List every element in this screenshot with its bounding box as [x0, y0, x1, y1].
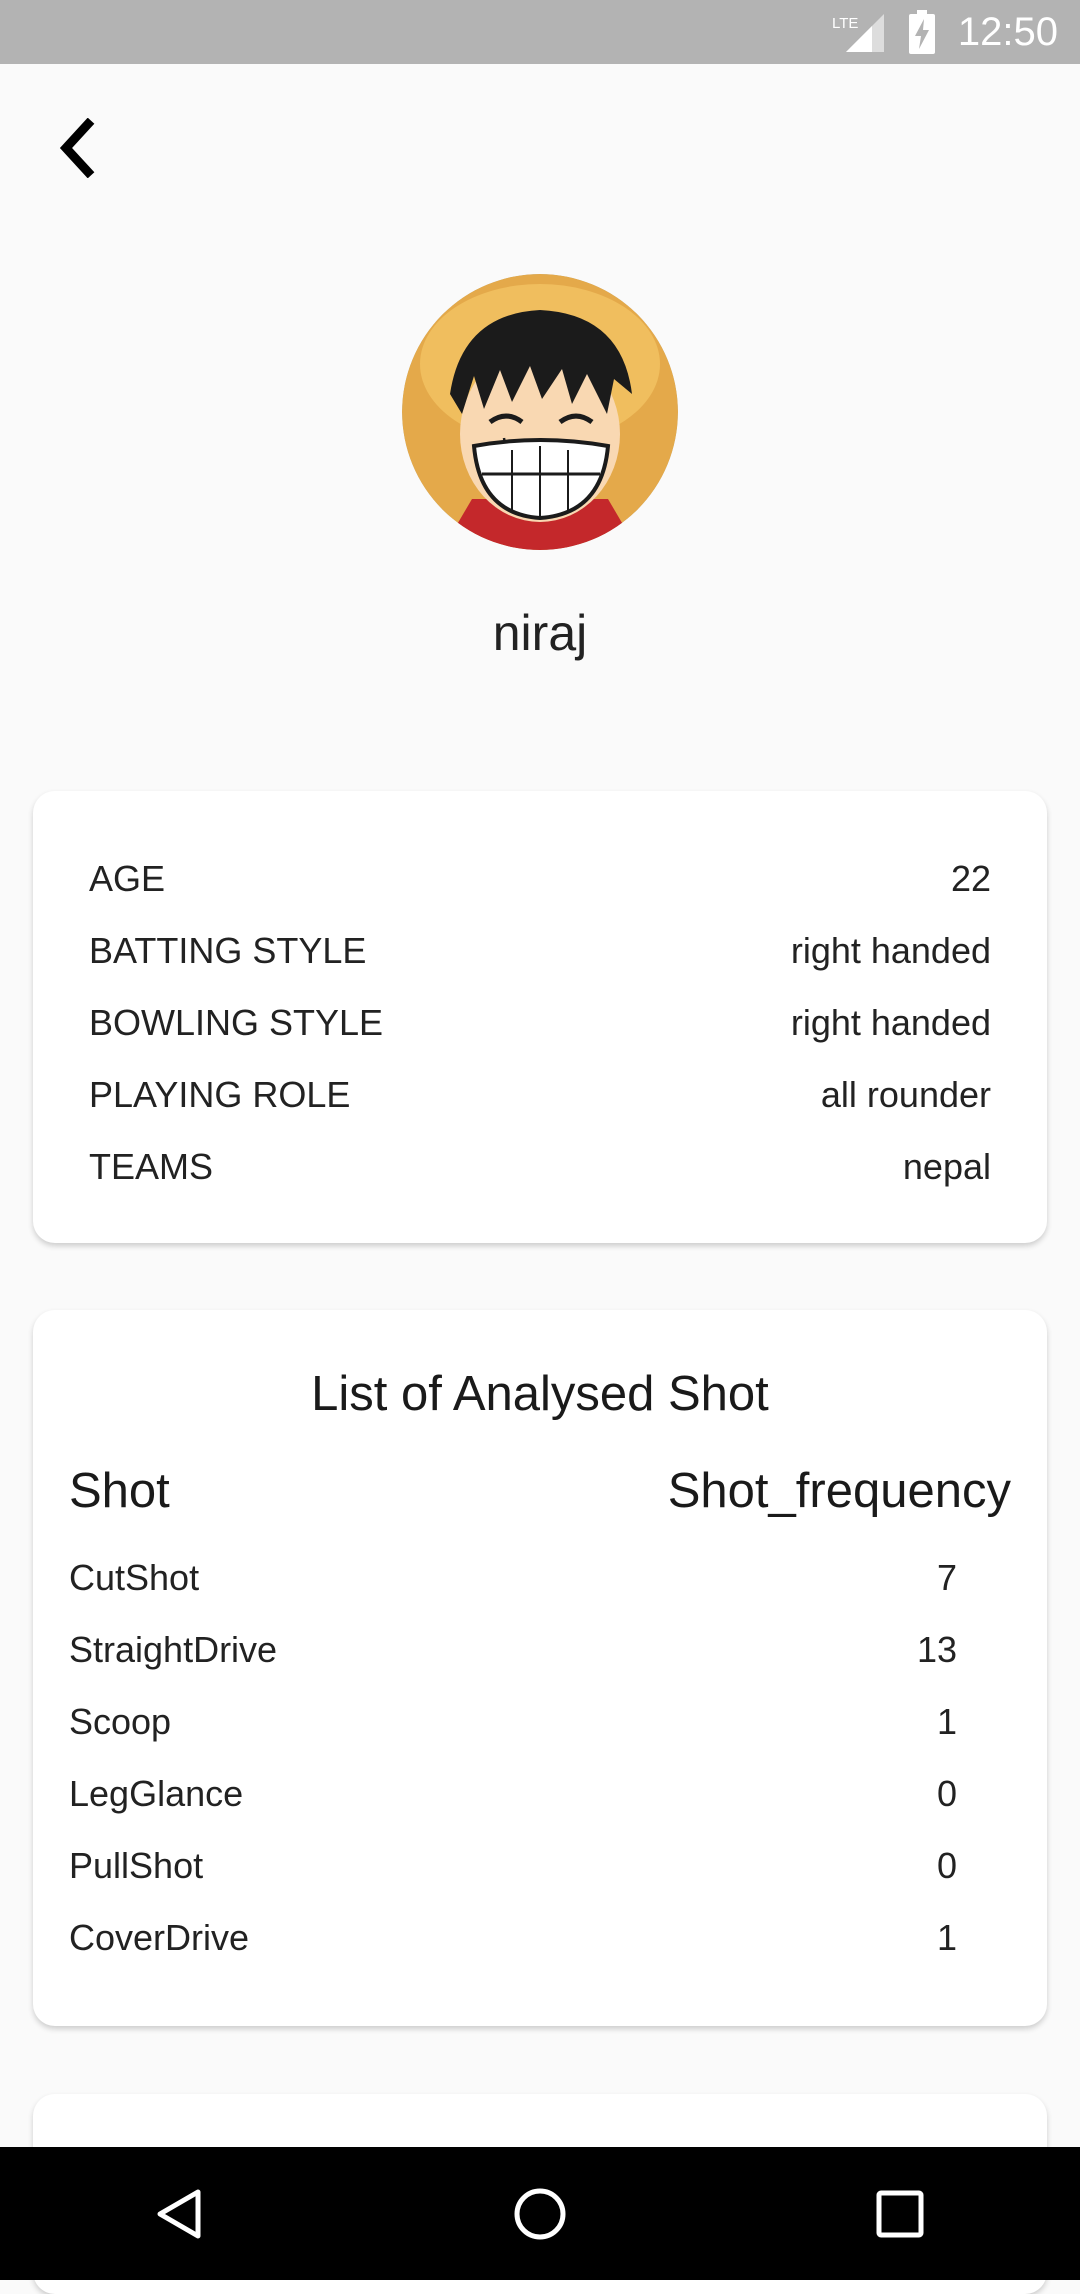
info-row-playing-role: PLAYING ROLE all rounder	[89, 1065, 991, 1125]
square-recents-icon	[876, 2190, 924, 2237]
avatar	[402, 274, 678, 550]
navigation-bar	[0, 2147, 1080, 2280]
back-button[interactable]	[44, 108, 108, 188]
shot-frequency: 0	[936, 1845, 957, 1886]
status-bar: LTE 12:50	[0, 0, 1080, 64]
shot-name: PullShot	[69, 1845, 204, 1886]
shot-frequency: 0	[936, 1773, 957, 1814]
info-value: right handed	[790, 1002, 991, 1043]
nav-recents-button[interactable]	[840, 2154, 960, 2274]
shot-frequency: 1	[936, 1917, 957, 1958]
profile-name: niraj	[492, 605, 588, 661]
shot-row: CoverDrive 1	[69, 1908, 957, 1968]
nav-home-button[interactable]	[480, 2154, 600, 2274]
shot-name: CutShot	[69, 1557, 200, 1598]
info-value: nepal	[902, 1146, 991, 1187]
info-row-age: AGE 22	[89, 849, 991, 909]
battery-charging-icon	[908, 10, 936, 54]
shot-name: Scoop	[69, 1701, 172, 1742]
analysed-shots-card: List of Analysed Shot Shot Shot_frequenc…	[33, 1310, 1047, 2026]
shot-row: Scoop 1	[69, 1692, 957, 1752]
chevron-left-icon	[59, 118, 95, 178]
shot-frequency: 7	[936, 1557, 957, 1598]
shot-name: LegGlance	[69, 1773, 244, 1814]
info-value: right handed	[790, 930, 991, 971]
player-info-card: AGE 22 BATTING STYLE right handed BOWLIN…	[33, 791, 1047, 1243]
info-label: BATTING STYLE	[89, 930, 367, 971]
info-row-bowling-style: BOWLING STYLE right handed	[89, 993, 991, 1053]
nav-back-button[interactable]	[120, 2154, 240, 2274]
info-label: BOWLING STYLE	[89, 1002, 384, 1043]
signal-icon: LTE	[832, 10, 886, 54]
shot-table-header: Shot Shot_frequency	[69, 1456, 1011, 1526]
info-label: TEAMS	[89, 1146, 214, 1187]
info-value: all rounder	[820, 1074, 991, 1115]
shot-row: StraightDrive 13	[69, 1620, 957, 1680]
shot-frequency: 1	[936, 1701, 957, 1742]
network-label: LTE	[832, 15, 858, 32]
circle-home-icon	[514, 2188, 566, 2239]
shot-row: PullShot 0	[69, 1836, 957, 1896]
info-label: AGE	[89, 858, 166, 899]
info-row-batting-style: BATTING STYLE right handed	[89, 921, 991, 981]
shot-row: LegGlance 0	[69, 1764, 957, 1824]
shot-frequency: 13	[916, 1629, 957, 1670]
triangle-back-icon	[157, 2189, 201, 2238]
shot-list-title: List of Analysed Shot	[311, 1367, 769, 1421]
info-row-teams: TEAMS nepal	[89, 1137, 991, 1197]
status-time: 12:50	[957, 9, 1058, 54]
shot-name: CoverDrive	[69, 1917, 250, 1958]
info-label: PLAYING ROLE	[89, 1074, 351, 1115]
frequency-column-header: Shot_frequency	[667, 1464, 1011, 1518]
info-value: 22	[950, 858, 991, 899]
shot-column-header: Shot	[69, 1464, 170, 1518]
shot-name: StraightDrive	[69, 1629, 278, 1670]
shot-row: CutShot 7	[69, 1548, 957, 1608]
